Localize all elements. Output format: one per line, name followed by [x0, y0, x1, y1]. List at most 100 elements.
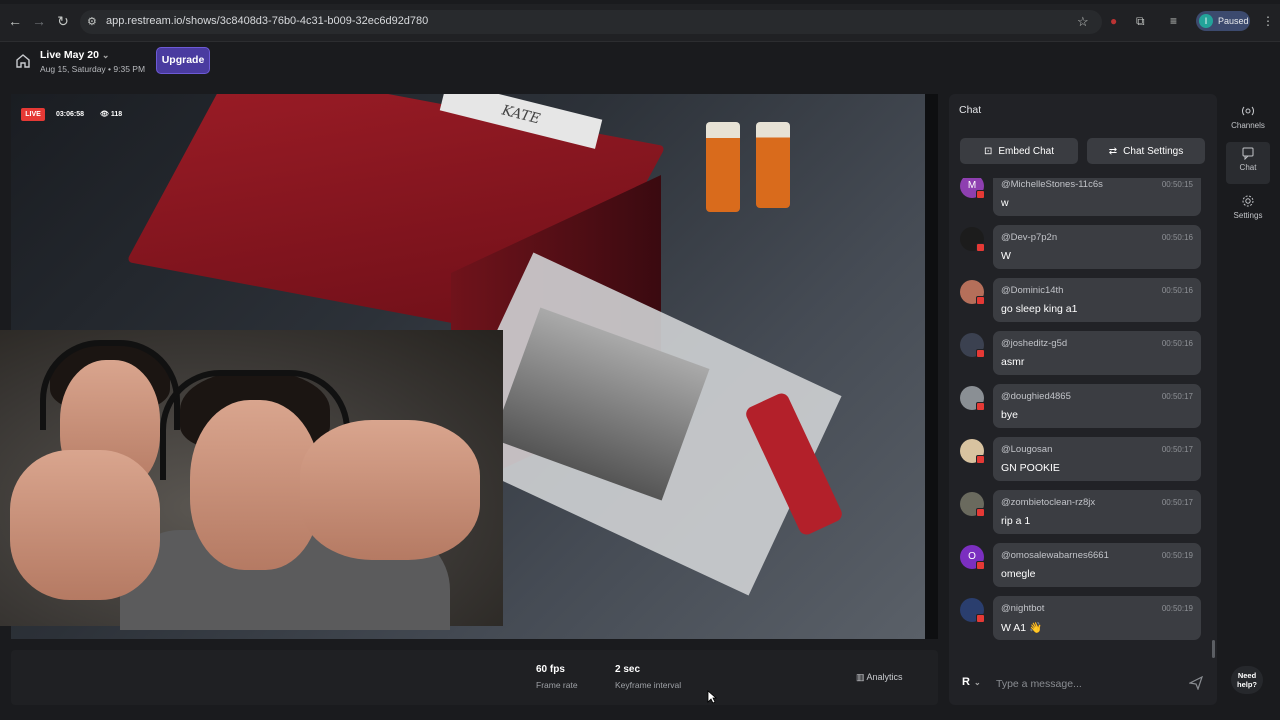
profile-button[interactable]: I Paused	[1196, 11, 1250, 31]
bar-chart-icon: ▥	[856, 672, 865, 682]
chat-timestamp: 00:50:17	[1161, 392, 1193, 401]
gear-icon	[1242, 195, 1254, 207]
address-bar[interactable]: ⚙ app.restream.io/shows/3c8408d3-76b0-4c…	[80, 10, 1102, 34]
chat-text: W A1 👋	[1001, 622, 1043, 634]
chat-timestamp: 00:50:19	[1161, 604, 1193, 613]
keyframe-value: 2 sec	[615, 664, 641, 675]
chat-settings-button[interactable]: ⇄ Chat Settings	[1087, 138, 1205, 164]
chat-text: bye	[1001, 409, 1018, 421]
extension-icon[interactable]: ●	[1110, 14, 1117, 28]
chat-scrollbar[interactable]	[1212, 640, 1215, 658]
eye-icon: 👁	[100, 111, 109, 118]
webcam-overlay	[0, 330, 503, 630]
chat-username[interactable]: @MichelleStones-11c6s	[1001, 179, 1103, 190]
chat-text: go sleep king a1	[1001, 303, 1078, 315]
chat-timestamp: 00:50:17	[1161, 498, 1193, 507]
sliders-icon: ⇄	[1108, 145, 1118, 157]
hand-right	[300, 420, 480, 560]
forward-icon[interactable]: →	[31, 13, 47, 29]
browser-toolbar: ← → ↻ ⚙ app.restream.io/shows/3c8408d3-7…	[0, 0, 1280, 42]
browser-menu-icon[interactable]: ⋮	[1262, 14, 1274, 28]
need-help-button[interactable]: Need help?	[1231, 666, 1263, 694]
frame-rate-label: Frame rate	[536, 680, 578, 690]
site-info-icon[interactable]: ⚙	[87, 15, 97, 28]
chat-title: Chat	[959, 104, 982, 116]
chat-text: W	[1001, 250, 1011, 262]
chat-message[interactable]: @MichelleStones-11c6s 00:50:15 w	[993, 178, 1201, 216]
rail-settings[interactable]: Settings	[1226, 190, 1270, 232]
chat-message[interactable]: @doughied4865 00:50:17 bye	[993, 384, 1201, 428]
youtube-icon	[976, 561, 985, 570]
chat-messages[interactable]: M @MichelleStones-11c6s 00:50:15 w @Dev-p7p2…	[951, 178, 1215, 650]
chat-username[interactable]: @Dev-p7p2n	[1001, 232, 1057, 243]
chat-timestamp: 00:50:16	[1161, 286, 1193, 295]
chat-timestamp: 00:50:16	[1161, 233, 1193, 242]
stream-timer: 03:06:58	[56, 111, 85, 118]
chat-text: rip a 1	[1001, 515, 1031, 527]
bottle-right	[756, 122, 790, 208]
chat-text: GN POOKIE	[1001, 462, 1060, 474]
chat-icon	[1242, 147, 1254, 160]
live-badge: LIVE	[21, 108, 45, 121]
youtube-icon	[976, 190, 985, 199]
chat-text: asmr	[1001, 356, 1025, 368]
right-rail: Channels Chat Settings	[1226, 94, 1270, 234]
chevron-down-icon[interactable]: ⌄	[102, 50, 110, 60]
send-icon[interactable]	[1189, 676, 1203, 690]
chat-username[interactable]: @Lougosan	[1001, 444, 1052, 455]
chat-timestamp: 00:50:15	[1161, 180, 1193, 189]
home-icon[interactable]	[14, 52, 32, 70]
headphones-back	[40, 340, 180, 430]
chat-username[interactable]: @zombietoclean-rz8jx	[1001, 497, 1095, 508]
frame-rate-value: 60 fps	[536, 664, 565, 675]
youtube-icon	[976, 243, 985, 252]
extensions-puzzle-icon[interactable]: ⧉	[1136, 14, 1145, 29]
viewer-count: 👁 118	[100, 111, 123, 118]
youtube-icon	[976, 455, 985, 464]
chat-username[interactable]: @josheditz-g5d	[1001, 338, 1067, 349]
back-icon[interactable]: ←	[7, 13, 23, 29]
chat-text: w	[1001, 197, 1009, 209]
embed-icon: ⊡	[984, 145, 993, 157]
youtube-icon	[976, 614, 985, 623]
chat-username[interactable]: @omosalewabarnes6661	[1001, 550, 1109, 561]
embed-chat-button[interactable]: ⊡ Embed Chat	[960, 138, 1078, 164]
mouse-cursor-icon	[707, 690, 717, 704]
upgrade-button[interactable]: Upgrade	[156, 47, 210, 74]
rail-channels[interactable]: Channels	[1226, 100, 1270, 142]
show-title[interactable]: Live May 20 ⌄	[40, 49, 109, 61]
chat-timestamp: 00:50:16	[1161, 339, 1193, 348]
rail-chat[interactable]: Chat	[1226, 142, 1270, 184]
bottle-left	[706, 122, 740, 212]
chat-message[interactable]: @Lougosan 00:50:17 GN POOKIE	[993, 437, 1201, 481]
chat-timestamp: 00:50:19	[1161, 551, 1193, 560]
chat-message[interactable]: @nightbot 00:50:19 W A1 👋	[993, 596, 1201, 640]
reading-list-icon[interactable]: ≡	[1170, 14, 1177, 28]
chat-timestamp: 00:50:17	[1161, 445, 1193, 454]
show-date: Aug 15, Saturday • 9:35 PM	[40, 64, 146, 74]
broadcast-icon	[1242, 106, 1254, 116]
youtube-icon	[976, 402, 985, 411]
profile-status: Paused	[1218, 16, 1249, 26]
chat-message[interactable]: @Dev-p7p2n 00:50:16 W	[993, 225, 1201, 269]
keyframe-label: Keyframe interval	[615, 680, 682, 690]
tab-strip	[0, 0, 1280, 4]
url-text[interactable]: app.restream.io/shows/3c8408d3-76b0-4c31…	[106, 15, 428, 27]
chat-username[interactable]: @nightbot	[1001, 603, 1044, 614]
chat-message-input[interactable]	[996, 676, 1186, 692]
bookmark-star-icon[interactable]: ☆	[1077, 14, 1089, 30]
chat-message[interactable]: @josheditz-g5d 00:50:16 asmr	[993, 331, 1201, 375]
hand-left	[10, 450, 160, 600]
stream-stats-bar	[11, 650, 938, 705]
reload-icon[interactable]: ↻	[55, 13, 71, 29]
profile-avatar: I	[1199, 14, 1213, 28]
chat-username[interactable]: @doughied4865	[1001, 391, 1071, 402]
chat-message[interactable]: @Dominic14th 00:50:16 go sleep king a1	[993, 278, 1201, 322]
chat-message[interactable]: @zombietoclean-rz8jx 00:50:17 rip a 1	[993, 490, 1201, 534]
youtube-icon	[976, 349, 985, 358]
chat-message[interactable]: @omosalewabarnes6661 00:50:19 omegle	[993, 543, 1201, 587]
chat-username[interactable]: @Dominic14th	[1001, 285, 1063, 296]
youtube-icon	[976, 508, 985, 517]
analytics-button[interactable]: ▥ Analytics	[856, 672, 903, 683]
composer-platform-selector[interactable]: R ⌄	[962, 676, 981, 690]
